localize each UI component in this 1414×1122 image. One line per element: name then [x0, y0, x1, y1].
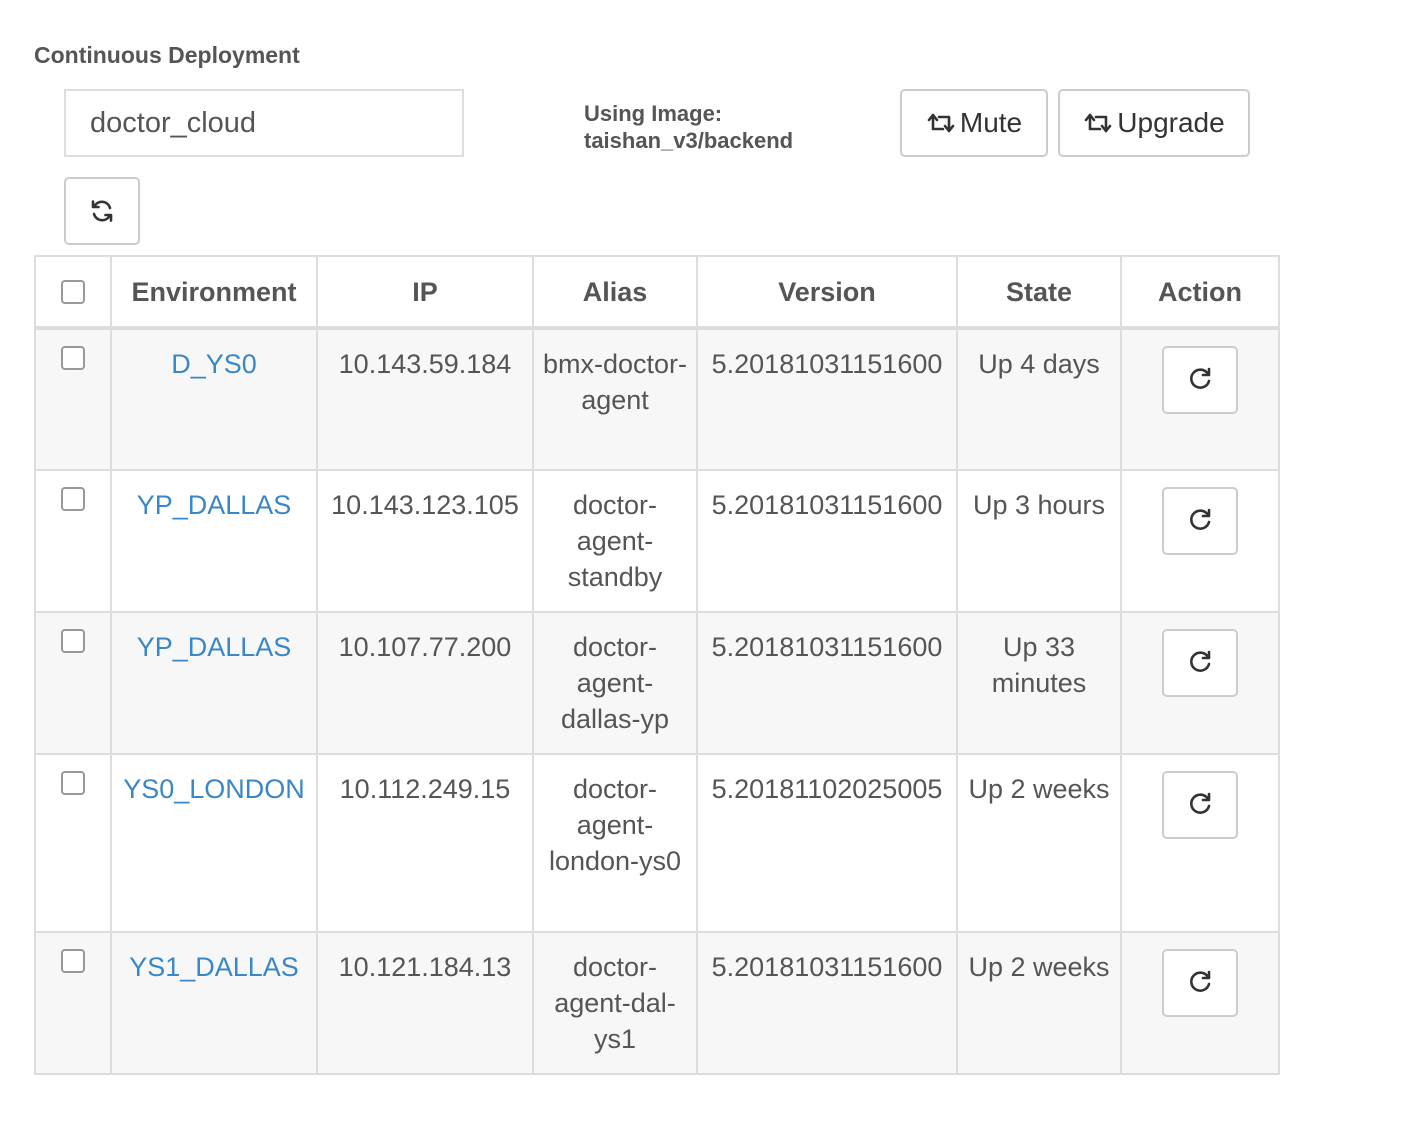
table-header-row: Environment IP Alias Version State Actio… [34, 255, 1280, 330]
upgrade-label: Upgrade [1117, 107, 1225, 138]
table-row: YP_DALLAS 10.143.123.105 doctor-agent-st… [34, 469, 1280, 613]
column-header-state: State [956, 255, 1122, 330]
column-header-alias: Alias [532, 255, 698, 330]
table-row: YS0_LONDON 10.112.249.15 doctor-agent-lo… [34, 753, 1280, 933]
ip-cell: 10.121.184.13 [316, 931, 534, 1075]
state-cell: Up 3 hours [956, 469, 1122, 613]
environment-link[interactable]: YP_DALLAS [137, 490, 292, 520]
page-title: Continuous Deployment [34, 42, 300, 68]
environment-link[interactable]: YS1_DALLAS [129, 952, 299, 982]
environment-link[interactable]: YS0_LONDON [123, 774, 305, 804]
redo-icon [1187, 507, 1213, 536]
state-cell: Up 4 days [956, 327, 1122, 471]
row-checkbox[interactable] [61, 949, 85, 973]
version-cell: 5.20181031151600 [696, 611, 958, 755]
upgrade-button[interactable]: Upgrade [1058, 89, 1250, 157]
select-all-cell [34, 255, 112, 330]
column-header-environment: Environment [110, 255, 318, 330]
retweet-icon [1083, 112, 1113, 134]
column-header-version: Version [696, 255, 958, 330]
environment-link[interactable]: D_YS0 [171, 349, 257, 379]
redo-icon [1187, 366, 1213, 395]
restart-button[interactable] [1162, 629, 1238, 697]
version-cell: 5.20181031151600 [696, 931, 958, 1075]
retweet-icon [926, 112, 956, 134]
sync-icon [89, 198, 115, 224]
row-checkbox[interactable] [61, 487, 85, 511]
state-cell: Up 2 weeks [956, 931, 1122, 1075]
redo-icon [1187, 969, 1213, 998]
row-checkbox[interactable] [61, 771, 85, 795]
deployments-table: Environment IP Alias Version State Actio… [34, 255, 1280, 1075]
mute-button[interactable]: Mute [900, 89, 1048, 157]
state-cell: Up 2 weeks [956, 753, 1122, 933]
image-label: Using Image: [584, 101, 723, 126]
version-cell: 5.20181102025005 [696, 753, 958, 933]
image-info: Using Image: taishan_v3/backend [584, 100, 793, 154]
ip-cell: 10.143.123.105 [316, 469, 534, 613]
version-cell: 5.20181031151600 [696, 327, 958, 471]
column-header-action: Action [1120, 255, 1280, 330]
restart-button[interactable] [1162, 949, 1238, 1017]
image-value: taishan_v3/backend [584, 128, 794, 153]
environment-link[interactable]: YP_DALLAS [137, 632, 292, 662]
redo-icon [1187, 649, 1213, 678]
redo-icon [1187, 791, 1213, 820]
row-checkbox[interactable] [61, 346, 85, 370]
restart-button[interactable] [1162, 487, 1238, 555]
select-all-checkbox[interactable] [61, 279, 85, 304]
ip-cell: 10.112.249.15 [316, 753, 534, 933]
table-row: YS1_DALLAS 10.121.184.13 doctor-agent-da… [34, 931, 1280, 1075]
restart-button[interactable] [1162, 346, 1238, 414]
alias-cell: doctor-agent-dallas-yp [532, 611, 698, 755]
state-cell: Up 33 minutes [956, 611, 1122, 755]
table-row: D_YS0 10.143.59.184 bmx-doctor-agent 5.2… [34, 327, 1280, 471]
mute-label: Mute [959, 107, 1023, 138]
app-name-input[interactable] [64, 89, 464, 157]
row-checkbox[interactable] [61, 629, 85, 653]
alias-cell: doctor-agent-dal-ys1 [532, 931, 698, 1075]
refresh-button[interactable] [64, 177, 140, 245]
alias-cell: bmx-doctor-agent [532, 327, 698, 471]
table-row: YP_DALLAS 10.107.77.200 doctor-agent-dal… [34, 611, 1280, 755]
version-cell: 5.20181031151600 [696, 469, 958, 613]
restart-button[interactable] [1162, 771, 1238, 839]
alias-cell: doctor-agent-london-ys0 [532, 753, 698, 933]
column-header-ip: IP [316, 255, 534, 330]
ip-cell: 10.107.77.200 [316, 611, 534, 755]
ip-cell: 10.143.59.184 [316, 327, 534, 471]
alias-cell: doctor-agent-standby [532, 469, 698, 613]
